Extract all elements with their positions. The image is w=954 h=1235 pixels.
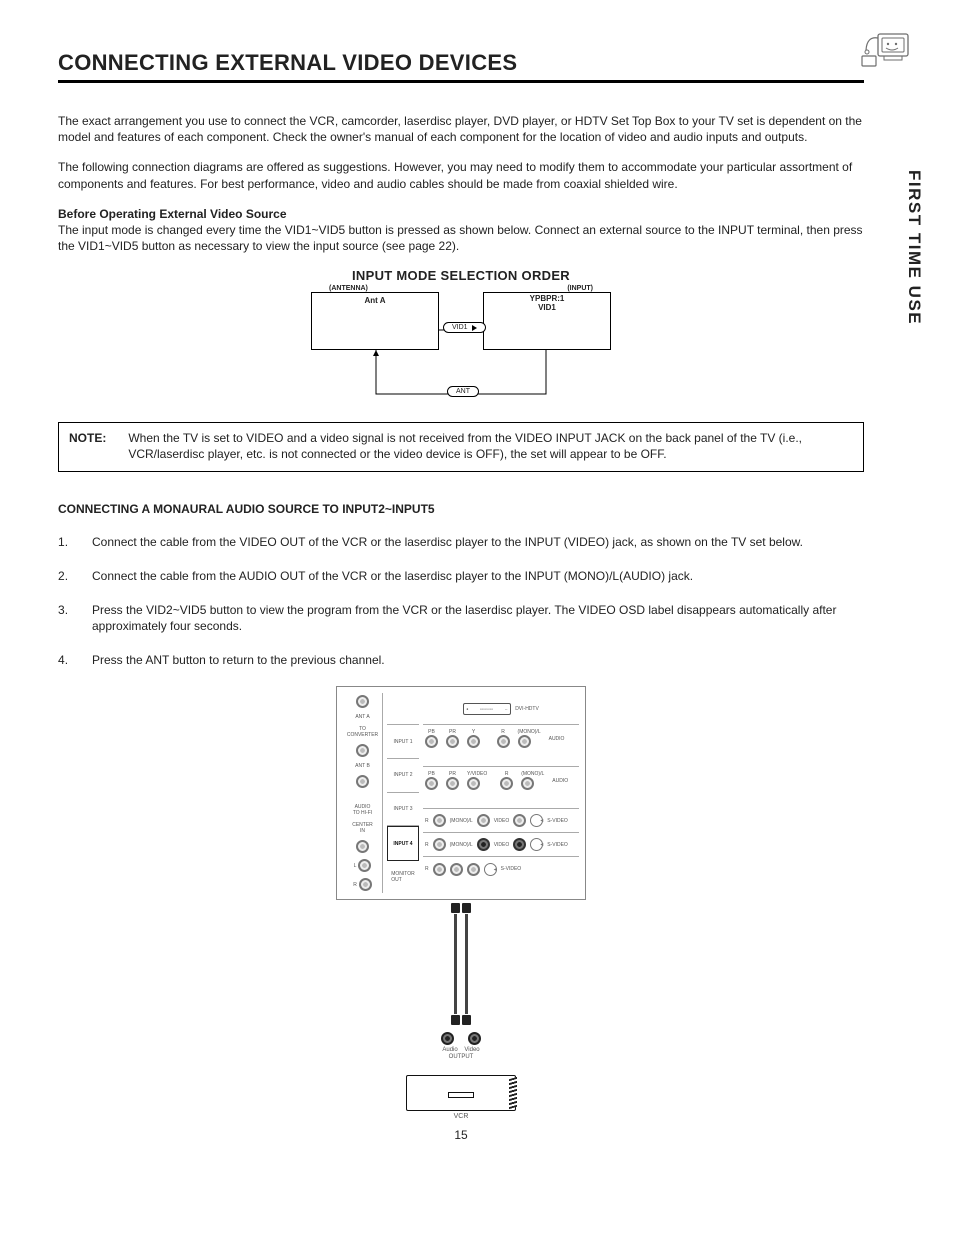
diagram-pill-ant: ANT [447,386,479,397]
center-in-jack [356,840,369,853]
step-1: Connect the cable from the VIDEO OUT of … [58,534,864,550]
note-text: When the TV is set to VIDEO and a video … [128,431,853,462]
dvi-port: ●▭▭▭▭↔ [463,703,511,715]
note-box: NOTE: When the TV is set to VIDEO and a … [58,422,864,471]
input4-video-jack [513,838,526,851]
vcr-device [406,1075,516,1111]
output-labels: Audio Video OUTPUT [336,1047,586,1060]
input-mode-diagram: INPUT MODE SELECTION ORDER (ANTENNA) (IN… [311,268,611,408]
diagram-box-input: YPBPR:1VID1 [483,292,611,350]
subsection-heading: CONNECTING A MONAURAL AUDIO SOURCE TO IN… [58,502,864,516]
intro-paragraph-2: The following connection diagrams are of… [58,159,864,191]
diagram-label-left: (ANTENNA) [329,285,368,292]
cables [336,914,586,1014]
ant-a-jack [356,695,369,708]
before-heading: Before Operating External Video Source [58,207,287,221]
rear-panel-diagram: ANT A TO CONVERTER ANT B AUDIO TO HI-FI … [336,686,586,1119]
diagram-label-right: (INPUT) [567,285,593,292]
vcr-label: VCR [336,1113,586,1120]
note-label: NOTE: [69,431,106,462]
before-operating-block: Before Operating External Video Source T… [58,206,864,255]
input4-mono-jack [477,838,490,851]
diagram-pill-vid1: VID1 [443,322,486,333]
ant-b-jack [356,775,369,788]
diagram-title: INPUT MODE SELECTION ORDER [311,268,611,283]
step-2: Connect the cable from the AUDIO OUT of … [58,568,864,584]
converter-jack [356,744,369,757]
steps-list: Connect the cable from the VIDEO OUT of … [58,534,864,669]
step-4: Press the ANT button to return to the pr… [58,652,864,668]
page-number: 15 [58,1128,864,1142]
diagram-box-antenna: Ant A [311,292,439,350]
page-title: CONNECTING EXTERNAL VIDEO DEVICES [58,50,864,83]
tv-manual-icon [858,28,914,72]
vcr-video-out [468,1032,481,1045]
intro-paragraph-1: The exact arrangement you use to connect… [58,113,864,145]
step-3: Press the VID2~VID5 button to view the p… [58,602,864,634]
section-tab: FIRST TIME USE [904,170,924,325]
before-text: The input mode is changed every time the… [58,223,863,253]
vcr-audio-out [441,1032,454,1045]
